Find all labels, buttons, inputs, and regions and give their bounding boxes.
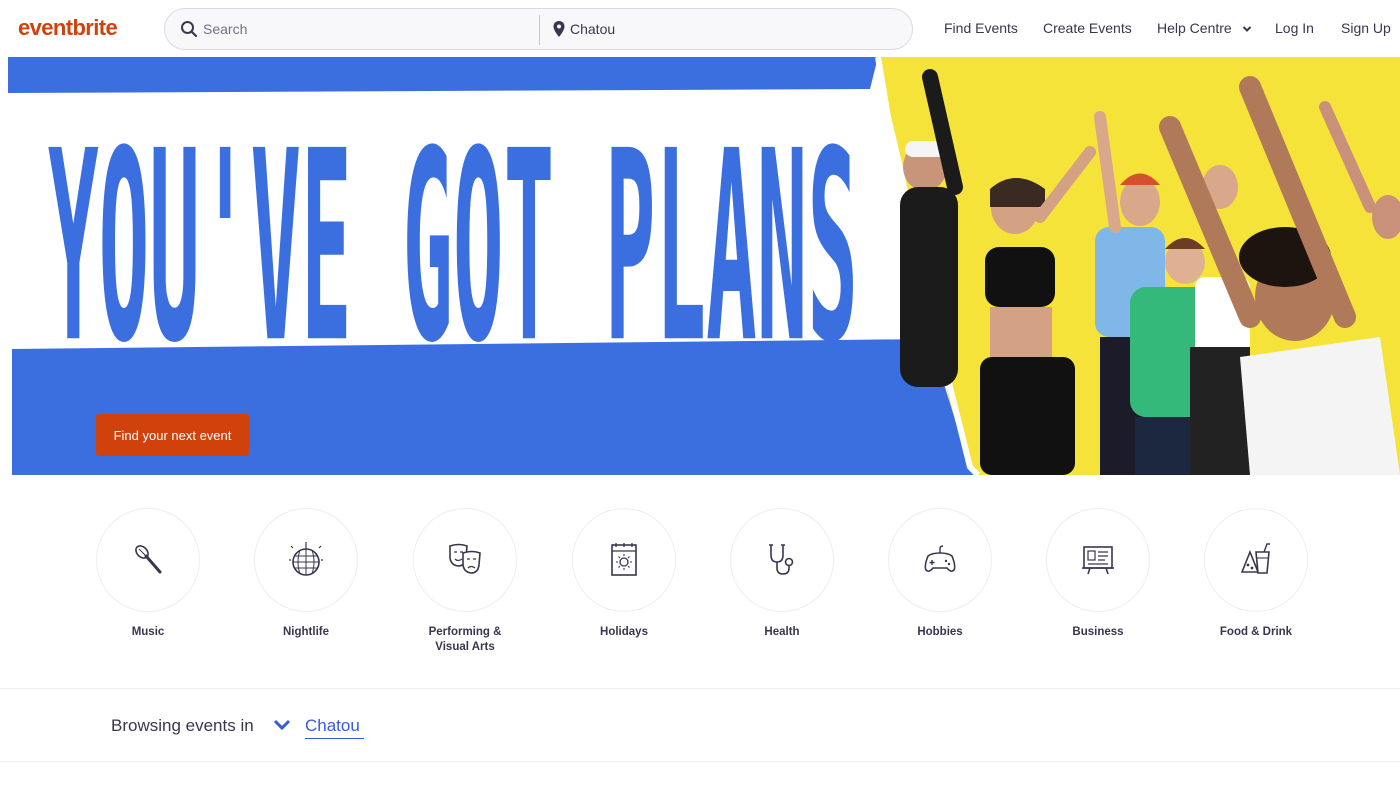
category-circle	[254, 508, 358, 612]
category-holidays[interactable]: Holidays	[564, 508, 684, 640]
category-circle	[730, 508, 834, 612]
category-label: Performing & Visual Arts	[428, 626, 502, 653]
category-label: Health	[764, 626, 800, 638]
search-bar	[164, 8, 913, 50]
chevron-down-icon[interactable]	[272, 717, 292, 733]
calendar-sun-icon	[611, 543, 637, 576]
microphone-icon	[135, 545, 162, 574]
category-music[interactable]: Music	[88, 508, 208, 640]
category-circle	[1046, 508, 1150, 612]
category-hobbies[interactable]: Hobbies	[880, 508, 1000, 640]
nav-log-in[interactable]: Log In	[1275, 20, 1314, 36]
category-circle	[1204, 508, 1308, 612]
category-circle	[888, 508, 992, 612]
eventbrite-logo[interactable]: eventbrite	[18, 15, 118, 41]
chevron-down-icon	[1242, 26, 1251, 33]
browsing-location-bar: Browsing events in Chatou	[0, 688, 1400, 762]
nav-sign-up[interactable]: Sign Up	[1341, 20, 1391, 36]
category-circle	[572, 508, 676, 612]
category-row: Music Nightlife Performing & Visual Arts	[0, 508, 1400, 668]
category-circle	[413, 508, 517, 612]
help-centre-label: Help Centre	[1157, 20, 1232, 36]
category-label: Food & Drink	[1219, 626, 1293, 638]
search-section	[165, 9, 539, 49]
category-label: Hobbies	[917, 626, 963, 638]
map-pin-icon	[553, 21, 565, 37]
hero-banner: YOU'VE GOT PLANS Find your next event	[0, 57, 1400, 475]
location-section	[540, 9, 912, 49]
category-circle	[96, 508, 200, 612]
hero-headline: YOU'VE GOT PLANS	[48, 81, 868, 401]
category-label: Nightlife	[283, 626, 329, 638]
category-label: Holidays	[600, 626, 648, 638]
browsing-city-link[interactable]: Chatou	[305, 716, 364, 739]
nav-find-events[interactable]: Find Events	[944, 20, 1018, 36]
presentation-board-icon	[1082, 546, 1114, 575]
category-performing-visual-arts[interactable]: Performing & Visual Arts	[405, 508, 525, 655]
location-input[interactable]	[570, 17, 900, 41]
category-food-drink[interactable]: Food & Drink	[1196, 508, 1316, 640]
browsing-label: Browsing events in	[111, 716, 254, 735]
category-business[interactable]: Business	[1038, 508, 1158, 640]
food-drink-icon	[1240, 543, 1270, 574]
nav-help-centre[interactable]: Help Centre	[1157, 20, 1252, 36]
stethoscope-icon	[769, 544, 794, 575]
nav-create-events[interactable]: Create Events	[1043, 20, 1132, 36]
category-health[interactable]: Health	[722, 508, 842, 640]
category-label: Music	[131, 626, 165, 638]
top-header: eventbrite Find Events Create Events Hel…	[0, 0, 1400, 57]
hero-headline-text: YOU'VE GOT PLANS	[48, 96, 858, 371]
find-next-event-button[interactable]: Find your next event	[96, 414, 249, 456]
theater-masks-icon	[449, 543, 481, 574]
search-icon	[181, 21, 198, 38]
search-input[interactable]	[203, 17, 533, 41]
disco-ball-icon	[289, 542, 323, 576]
category-label: Business	[1072, 626, 1124, 638]
gamepad-icon	[924, 545, 956, 572]
category-nightlife[interactable]: Nightlife	[246, 508, 366, 640]
